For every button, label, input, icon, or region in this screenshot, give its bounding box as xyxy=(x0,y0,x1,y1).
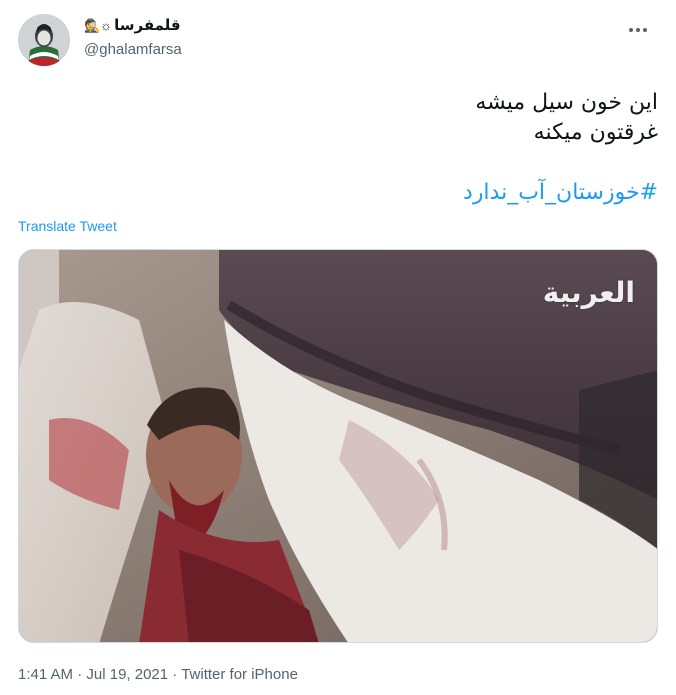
tweet-text-line-2: غرقتون میکنه xyxy=(533,120,658,145)
user-info: 🕵☼ قلمفرسا @ghalamfarsa xyxy=(84,16,182,60)
tweet-date: Jul 19, 2021 xyxy=(86,666,169,683)
tweet-time: 1:41 AM xyxy=(18,666,74,683)
user-handle[interactable]: @ghalamfarsa xyxy=(84,40,182,60)
translate-tweet-link[interactable]: Translate Tweet xyxy=(18,217,117,235)
meta-separator: · xyxy=(77,666,83,683)
dot xyxy=(636,28,640,32)
dot xyxy=(629,28,633,32)
meta-separator: · xyxy=(172,666,178,683)
tweet-text-line-1: این خون سیل میشه xyxy=(475,90,658,115)
dot xyxy=(643,28,647,32)
display-name-text: قلمفرسا xyxy=(114,17,181,34)
tweet-card: 🕵☼ قلمفرسا @ghalamfarsa این خون سیل میشه … xyxy=(0,0,676,695)
more-dots-icon[interactable] xyxy=(624,16,652,44)
hashtag-link[interactable]: #خوزستان_آب_ندارد xyxy=(38,178,658,208)
tweet-timestamp[interactable]: 1:41 AM · Jul 19, 2021 xyxy=(18,666,168,683)
media-watermark: العربية xyxy=(542,276,635,309)
avatar[interactable] xyxy=(18,14,70,66)
tweet-source-link[interactable]: Twitter for iPhone xyxy=(181,666,298,683)
avatar-image xyxy=(18,14,70,66)
tweet-media-image[interactable]: العربية xyxy=(18,249,658,643)
display-name[interactable]: 🕵☼ قلمفرسا xyxy=(84,16,182,36)
tweet-text: این خون سیل میشه غرقتون میکنه #خوزستان_آ… xyxy=(38,88,658,208)
tweet-meta: 1:41 AM · Jul 19, 2021 · Twitter for iPh… xyxy=(18,665,298,685)
name-emojis: 🕵☼ xyxy=(84,18,113,33)
